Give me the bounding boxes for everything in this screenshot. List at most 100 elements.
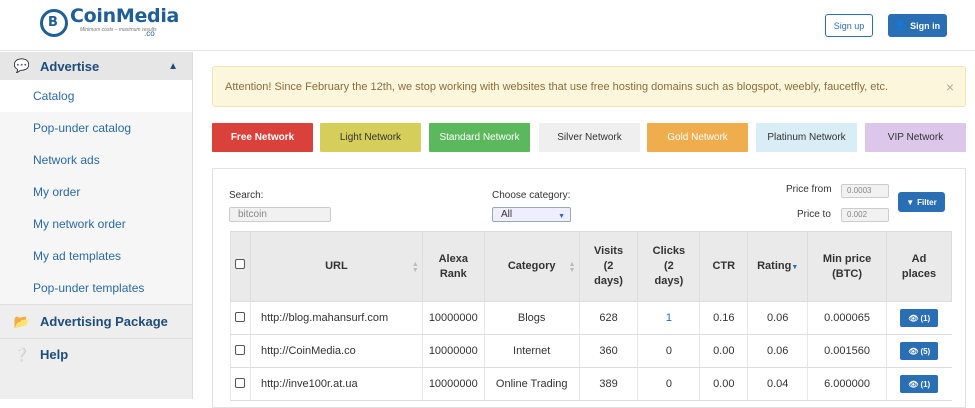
catalog-panel: Search: bitcoin Choose category: All ▼ P…	[212, 168, 966, 408]
standard-network-button[interactable]: Standard Network	[429, 123, 530, 152]
free-network-button[interactable]: Free Network	[212, 123, 313, 152]
eye-icon: 👁	[908, 346, 919, 356]
price-to-input[interactable]: 0.002	[841, 208, 889, 222]
category-select[interactable]: All ▼	[492, 207, 571, 222]
row-clicks: 0	[637, 367, 700, 401]
sidebar-item-network-ads[interactable]: Network ads	[0, 144, 192, 176]
col-category[interactable]: Category ▲ ▼	[483, 231, 580, 302]
alert-text: Attention! Since February the 12th, we s…	[225, 80, 889, 93]
ad-places-button[interactable]: 👁 (5)	[900, 342, 939, 360]
col-clicks[interactable]: Clicks (2 days)	[637, 231, 701, 302]
row-checkbox[interactable]	[235, 344, 246, 355]
light-network-button[interactable]: Light Network	[320, 123, 421, 152]
advertise-label: Advertise	[40, 58, 100, 74]
filter-label: Filter	[917, 197, 937, 207]
table-row: http://CoinMedia.co 10000000 Internet 36…	[230, 334, 952, 368]
sort-icon: ▲ ▼	[411, 261, 419, 274]
sidebar-item-pop-under-templates[interactable]: Pop-under templates	[0, 272, 192, 304]
sidebar: 💬 Advertise ▲ Catalog Pop-under catalog …	[0, 52, 193, 399]
table-row: http://inve100r.at.ua 10000000 Online Tr…	[230, 367, 952, 401]
sidebar-section-advertising-package[interactable]: 📂 Advertising Package	[0, 304, 192, 338]
chevron-down-icon: ▼	[558, 213, 565, 220]
row-alexa: 10000000	[421, 367, 485, 401]
table-row: http://blog.mahansurf.com 10000000 Blogs…	[230, 301, 952, 335]
sidebar-item-pop-under-catalog[interactable]: Pop-under catalog	[0, 112, 192, 144]
col-min-price[interactable]: Min price (BTC)	[807, 231, 888, 302]
sidebar-section-help[interactable]: ❔ Help	[0, 338, 192, 370]
folder-open-icon: 📂	[13, 313, 31, 329]
col-visits[interactable]: Visits (2 days)	[578, 231, 639, 302]
category-value: All	[501, 209, 513, 220]
search-label: Search:	[229, 190, 264, 201]
chat-bubbles-icon: 💬	[13, 58, 31, 73]
silver-network-button[interactable]: Silver Network	[539, 123, 640, 152]
sidebar-item-my-network-order[interactable]: My network order	[0, 208, 192, 240]
filter-button[interactable]: ▼ Filter	[898, 192, 945, 212]
ad-places-button[interactable]: 👁 (1)	[900, 309, 939, 327]
price-from-label: Price from	[786, 184, 832, 195]
logo-name: CoinMedia	[70, 5, 180, 27]
select-all-header	[230, 231, 251, 302]
sidebar-section-advertise[interactable]: 💬 Advertise ▲	[0, 52, 192, 80]
col-ctr[interactable]: CTR	[699, 231, 749, 302]
filter-icon: ▼	[906, 197, 915, 207]
price-from-input[interactable]: 0.0003	[841, 184, 889, 198]
col-ad-places[interactable]: Ad places	[886, 231, 952, 302]
help-label: Help	[40, 347, 69, 362]
vip-network-button[interactable]: VIP Network	[865, 123, 966, 152]
row-alexa: 10000000	[421, 301, 485, 335]
sign-in-button[interactable]: 👤 Sign in	[888, 14, 947, 37]
row-min-price: 6.000000	[807, 367, 887, 401]
row-clicks: 0	[637, 334, 700, 368]
row-category: Blogs	[483, 301, 580, 335]
coinmedia-logo[interactable]: B CoinMedia Minimum costs – maximum resu…	[40, 5, 179, 43]
row-visits: 628	[578, 301, 638, 335]
row-ctr: 0.00	[699, 367, 748, 401]
logo-tagline: Minimum costs – maximum results	[80, 27, 157, 33]
col-url[interactable]: URL ▲ ▼	[249, 231, 423, 302]
advertising-package-label: Advertising Package	[40, 314, 168, 329]
row-url: http://CoinMedia.co	[249, 334, 423, 368]
select-all-checkbox[interactable]	[235, 259, 246, 269]
row-rating: 0.06	[747, 301, 808, 335]
row-url: http://blog.mahansurf.com	[249, 301, 423, 335]
bitcoin-logo-icon: B	[40, 9, 68, 37]
row-category: Online Trading	[483, 367, 580, 401]
platinum-network-button[interactable]: Platinum Network	[756, 123, 857, 152]
eye-icon: 👁	[908, 313, 919, 323]
price-to-label: Price to	[797, 209, 831, 220]
logo-tld: .co	[144, 29, 155, 38]
question-circle-icon: ❔	[13, 346, 31, 362]
row-visits: 360	[578, 334, 638, 368]
table-header-row: URL ▲ ▼ Alexa Rank Category ▲ ▼ Visits (2 days)…	[230, 231, 952, 302]
sort-desc-icon: ▼	[791, 263, 799, 271]
attention-alert: Attention! Since February the 12th, we s…	[212, 66, 966, 107]
row-visits: 389	[578, 367, 638, 401]
row-min-price: 0.001560	[807, 334, 887, 368]
sort-icon: ▲ ▼	[568, 261, 576, 274]
row-clicks: 1	[637, 301, 700, 335]
sites-table: URL ▲ ▼ Alexa Rank Category ▲ ▼ Visits (2 days)…	[230, 231, 952, 401]
sidebar-item-catalog[interactable]: Catalog	[0, 80, 192, 112]
row-ctr: 0.00	[699, 334, 748, 368]
caret-up-icon: ▲	[168, 60, 178, 72]
user-icon: 👤	[894, 20, 907, 30]
row-checkbox[interactable]	[235, 377, 246, 388]
sign-in-label: Sign in	[910, 20, 941, 31]
eye-icon: 👁	[908, 379, 919, 389]
top-header: B CoinMedia Minimum costs – maximum resu…	[0, 0, 975, 51]
search-input[interactable]: bitcoin	[229, 207, 331, 222]
sign-up-button[interactable]: Sign up	[825, 14, 873, 37]
row-rating: 0.04	[747, 367, 808, 401]
gold-network-button[interactable]: Gold Network	[647, 123, 748, 152]
close-icon[interactable]: ×	[946, 79, 954, 95]
row-min-price: 0.000065	[807, 301, 887, 335]
row-alexa: 10000000	[421, 334, 485, 368]
sidebar-item-my-ad-templates[interactable]: My ad templates	[0, 240, 192, 272]
ad-places-button[interactable]: 👁 (1)	[900, 375, 939, 393]
row-checkbox[interactable]	[235, 311, 246, 322]
sidebar-item-my-order[interactable]: My order	[0, 176, 192, 208]
row-ctr: 0.16	[699, 301, 748, 335]
col-alexa-rank[interactable]: Alexa Rank	[421, 231, 485, 302]
col-rating[interactable]: Rating▼	[747, 231, 809, 302]
